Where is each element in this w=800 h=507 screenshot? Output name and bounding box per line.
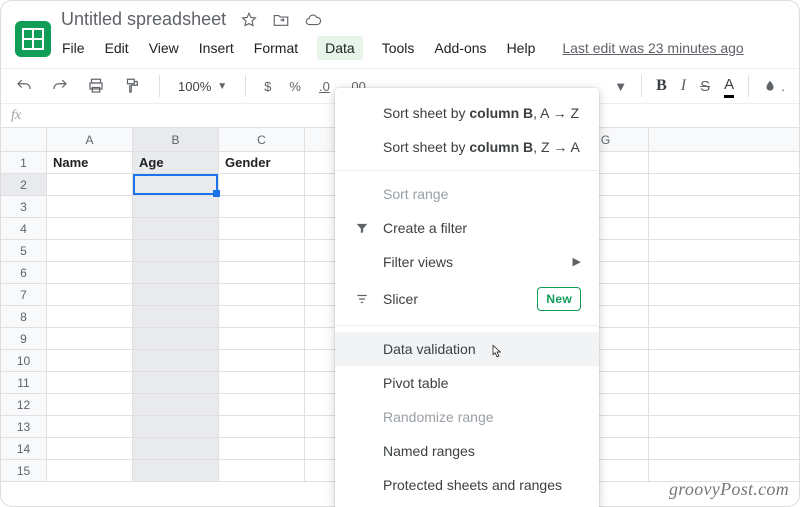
undo-button[interactable] <box>15 77 33 95</box>
bold-button[interactable]: B <box>656 77 667 95</box>
menu-data[interactable]: Data <box>317 36 363 60</box>
row-header[interactable]: 3 <box>1 196 47 217</box>
text-color-button[interactable]: A <box>724 76 734 96</box>
row-header[interactable]: 8 <box>1 306 47 327</box>
row-header[interactable]: 15 <box>1 460 47 481</box>
row-header[interactable]: 9 <box>1 328 47 349</box>
format-percent-button[interactable]: % <box>289 79 301 94</box>
watermark: groovyPost.com <box>669 479 789 500</box>
move-folder-icon[interactable] <box>272 11 290 29</box>
menu-view[interactable]: View <box>148 36 180 60</box>
fx-label: fx <box>11 108 21 124</box>
cell[interactable]: Gender <box>219 152 305 173</box>
decrease-decimal-button[interactable]: .0 <box>319 79 330 94</box>
chevron-right-icon: ▶ <box>573 253 581 271</box>
row-header[interactable]: 11 <box>1 372 47 393</box>
menu-insert[interactable]: Insert <box>198 36 235 60</box>
filter-icon <box>353 221 371 235</box>
row-header[interactable]: 7 <box>1 284 47 305</box>
menuitem-sort-range: Sort range <box>335 177 599 211</box>
data-menu-dropdown: Sort sheet by column B, A → Z Sort sheet… <box>335 88 599 507</box>
menu-bar: File Edit View Insert Format Data Tools … <box>61 30 744 68</box>
cell[interactable]: Age <box>133 152 219 173</box>
menuitem-pivot-table[interactable]: Pivot table <box>335 366 599 400</box>
column-header-c[interactable]: C <box>219 128 305 151</box>
column-header-a[interactable]: A <box>47 128 133 151</box>
row-header[interactable]: 4 <box>1 218 47 239</box>
title-bar: Untitled spreadsheet File Edit View Inse… <box>1 1 799 68</box>
select-all-corner[interactable] <box>1 128 47 151</box>
menuitem-create-filter[interactable]: Create a filter <box>335 211 599 245</box>
menuitem-sort-az[interactable]: Sort sheet by column B, A → Z <box>335 96 599 130</box>
doc-name[interactable]: Untitled spreadsheet <box>61 9 226 30</box>
menu-edit[interactable]: Edit <box>104 36 130 60</box>
paint-format-button[interactable] <box>123 77 141 95</box>
menuitem-randomize-range: Randomize range <box>335 400 599 434</box>
row-header[interactable]: 1 <box>1 152 47 173</box>
cloud-status-icon[interactable] <box>304 11 322 29</box>
row-header[interactable]: 14 <box>1 438 47 459</box>
more-formats-chevron-icon[interactable]: ▼ <box>614 79 627 94</box>
menu-file[interactable]: File <box>61 36 86 60</box>
menu-addons[interactable]: Add-ons <box>433 36 487 60</box>
row-header[interactable]: 10 <box>1 350 47 371</box>
new-badge: New <box>537 287 581 311</box>
cursor-icon <box>489 342 505 362</box>
cell[interactable]: Name <box>47 152 133 173</box>
menuitem-slicer[interactable]: Slicer New <box>335 279 599 319</box>
menuitem-data-validation[interactable]: Data validation <box>335 332 599 366</box>
print-button[interactable] <box>87 77 105 95</box>
menu-tools[interactable]: Tools <box>381 36 416 60</box>
slicer-icon <box>353 292 371 306</box>
menu-format[interactable]: Format <box>253 36 299 60</box>
zoom-select[interactable]: 100%▼ <box>178 79 227 94</box>
row-header[interactable]: 5 <box>1 240 47 261</box>
last-edit-link[interactable]: Last edit was 23 minutes ago <box>562 40 743 56</box>
row-header[interactable]: 2 <box>1 174 47 195</box>
menuitem-named-ranges[interactable]: Named ranges <box>335 434 599 468</box>
redo-button[interactable] <box>51 77 69 95</box>
strikethrough-button[interactable]: S <box>700 78 710 95</box>
menuitem-filter-views[interactable]: Filter views ▶ <box>335 245 599 279</box>
italic-button[interactable]: I <box>681 77 686 95</box>
sheets-logo-icon[interactable] <box>15 21 51 57</box>
menuitem-sort-za[interactable]: Sort sheet by column B, Z → A <box>335 130 599 164</box>
row-header[interactable]: 6 <box>1 262 47 283</box>
fill-color-button[interactable]: . <box>763 79 785 93</box>
column-header-b[interactable]: B <box>133 128 219 151</box>
menu-help[interactable]: Help <box>506 36 537 60</box>
star-icon[interactable] <box>240 11 258 29</box>
menuitem-protected-sheets[interactable]: Protected sheets and ranges <box>335 468 599 502</box>
row-header[interactable]: 12 <box>1 394 47 415</box>
format-currency-button[interactable]: $ <box>264 79 271 94</box>
row-header[interactable]: 13 <box>1 416 47 437</box>
